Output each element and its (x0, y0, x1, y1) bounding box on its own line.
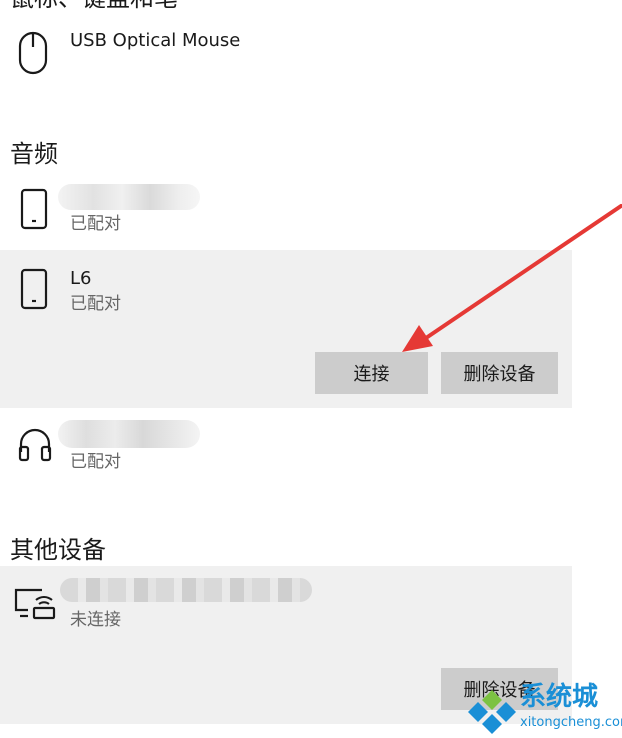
watermark: 系统城 xitongcheng.com (466, 682, 622, 734)
watermark-brand: 系统城 (520, 682, 599, 712)
watermark-url: xitongcheng.com (520, 715, 622, 730)
annotation-arrow (402, 204, 622, 352)
watermark-logo-icon (466, 688, 518, 738)
